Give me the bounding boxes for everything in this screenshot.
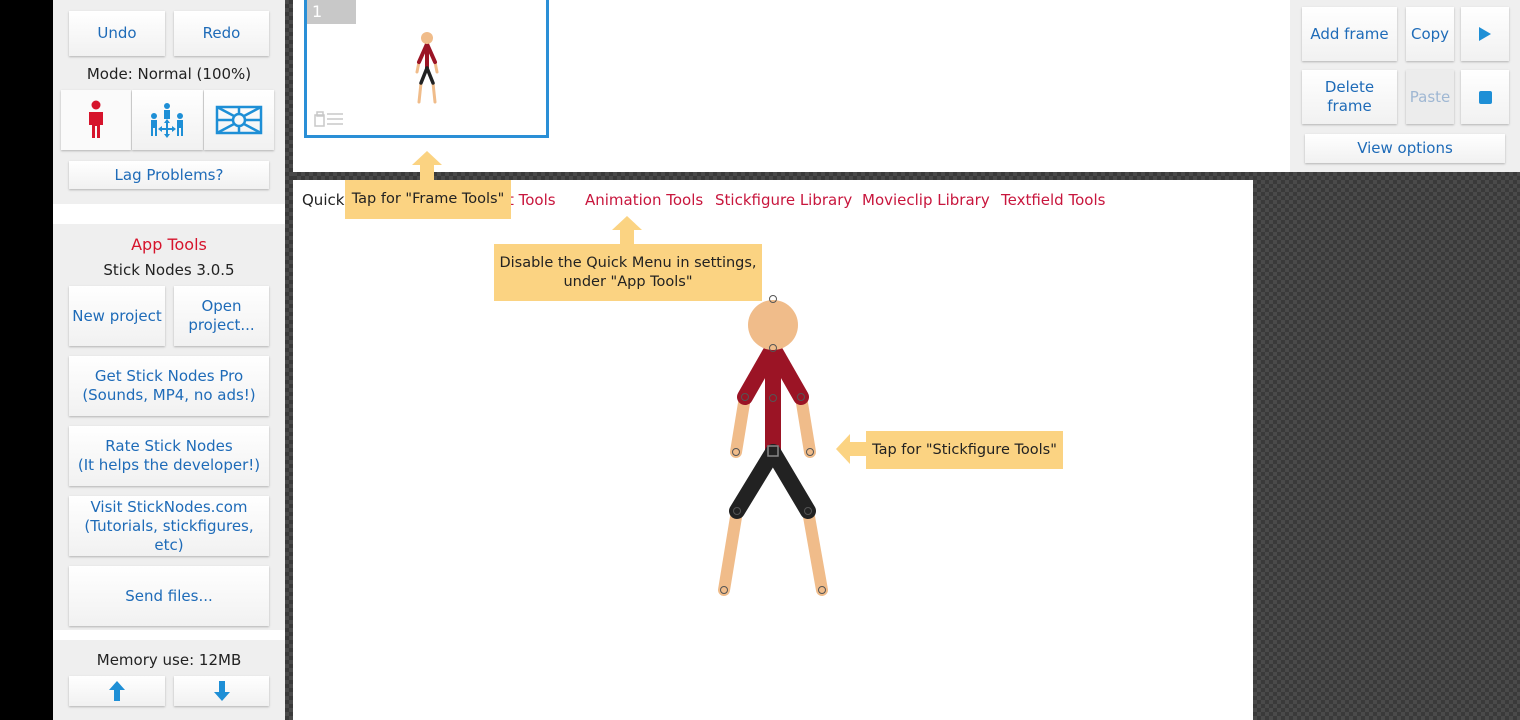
tip-arrow-stem: [620, 230, 634, 244]
frames-timeline[interactable]: 1: [293, 0, 1290, 172]
stickfigure-mode-button[interactable]: [61, 90, 132, 150]
send-files-button[interactable]: Send files...: [69, 566, 269, 626]
sidebar: Undo Redo Mode: Normal (100%) Lag Proble…: [53, 0, 285, 720]
tip-quick-menu-line2: under "App Tools": [563, 273, 693, 290]
frame-controls-panel: Add frame Copy Delete frame Paste View o…: [1290, 0, 1520, 172]
move-down-button[interactable]: [174, 676, 269, 706]
animation-canvas[interactable]: Quick Object Tools Animation Tools Stick…: [293, 180, 1253, 720]
visit-line1: Visit StickNodes.com: [90, 497, 248, 516]
divider: [53, 204, 285, 224]
visit-line2: (Tutorials, stickfigures, etc): [84, 516, 254, 554]
arrow-down-icon: [213, 681, 230, 701]
mode-label: Mode: Normal (100%): [86, 65, 252, 83]
tip-stickfigure-tools[interactable]: Tap for "Stickfigure Tools": [866, 431, 1063, 469]
move-up-button[interactable]: [69, 676, 165, 706]
quick-menu-label: Quick: [302, 191, 345, 209]
stop-button[interactable]: [1461, 70, 1509, 124]
visit-website-button[interactable]: Visit StickNodes.com (Tutorials, stickfi…: [69, 496, 269, 556]
delete-frame-button[interactable]: Delete frame: [1302, 70, 1397, 124]
rate-button[interactable]: Rate Stick Nodes (It helps the developer…: [69, 426, 269, 486]
open-project-button[interactable]: Open project...: [174, 286, 269, 346]
stop-icon: [1478, 90, 1492, 104]
play-button[interactable]: [1461, 7, 1509, 61]
quick-menu-stickfigure-library[interactable]: Stickfigure Library: [715, 191, 852, 209]
quick-menu-animation-tools[interactable]: Animation Tools: [585, 191, 703, 209]
stickfigure[interactable]: [703, 290, 843, 600]
frame-preview-figure: [415, 32, 439, 104]
group-move-icon: [151, 103, 184, 138]
open-project-line1: Open: [201, 297, 242, 315]
edit-panel: Undo Redo Mode: Normal (100%) Lag Proble…: [53, 0, 285, 204]
tip-arrow-stem: [420, 165, 434, 180]
quick-menu-textfield-tools[interactable]: Textfield Tools: [1001, 191, 1105, 209]
app-tools-panel: App Tools Stick Nodes 3.0.5 New project …: [53, 224, 285, 639]
copy-button[interactable]: Copy: [1406, 7, 1454, 61]
tip-quick-menu-line1: Disable the Quick Menu in settings,: [499, 254, 757, 271]
get-pro-line1: Get Stick Nodes Pro: [94, 367, 244, 385]
get-pro-line2: (Sounds, MP4, no ads!): [82, 386, 256, 404]
tip-arrow-up-icon: [612, 216, 642, 230]
app-tools-title: App Tools: [131, 235, 207, 254]
quick-menu-movieclip-library[interactable]: Movieclip Library: [862, 191, 990, 209]
memory-panel: Memory use: 12MB: [53, 640, 285, 720]
canvas-outside-area: [1253, 180, 1520, 720]
memory-label: Memory use: 12MB: [96, 651, 242, 669]
stickfigure-icon: [89, 100, 104, 138]
rate-line2: (It helps the developer!): [77, 456, 261, 474]
tip-disable-quick-menu[interactable]: Disable the Quick Menu in settings, unde…: [494, 244, 762, 301]
camera-view-icon: [215, 105, 263, 135]
get-pro-button[interactable]: Get Stick Nodes Pro (Sounds, MP4, no ads…: [69, 356, 269, 416]
rate-line1: Rate Stick Nodes: [105, 437, 233, 455]
tip-arrow-left-icon: [836, 434, 850, 464]
add-frame-button[interactable]: Add frame: [1302, 7, 1397, 61]
paste-button[interactable]: Paste: [1406, 70, 1454, 124]
frame-thumbnail[interactable]: 1: [304, 0, 549, 138]
frame-options-icon[interactable]: [313, 110, 345, 128]
timeline-divider: [293, 172, 1520, 180]
sidebar-divider: [285, 0, 293, 720]
redo-button[interactable]: Redo: [174, 11, 269, 56]
stickfigure-head[interactable]: [748, 300, 798, 350]
tip-frame-tools[interactable]: Tap for "Frame Tools": [345, 180, 511, 219]
new-project-button[interactable]: New project: [69, 286, 165, 346]
lag-problems-button[interactable]: Lag Problems?: [69, 161, 269, 189]
view-options-button[interactable]: View options: [1305, 134, 1505, 163]
arrow-up-icon: [109, 681, 125, 701]
undo-button[interactable]: Undo: [69, 11, 165, 56]
play-icon: [1479, 27, 1491, 41]
camera-mode-button[interactable]: [203, 90, 274, 150]
tip-arrow-stem: [850, 442, 866, 456]
mode-selector: [61, 90, 275, 150]
group-mode-button[interactable]: [132, 90, 203, 150]
open-project-line2: project...: [188, 316, 255, 334]
tip-arrow-up-icon: [412, 151, 442, 165]
frame-number: 1: [307, 0, 356, 24]
divider: [53, 630, 285, 640]
version-label: Stick Nodes 3.0.5: [103, 261, 235, 279]
